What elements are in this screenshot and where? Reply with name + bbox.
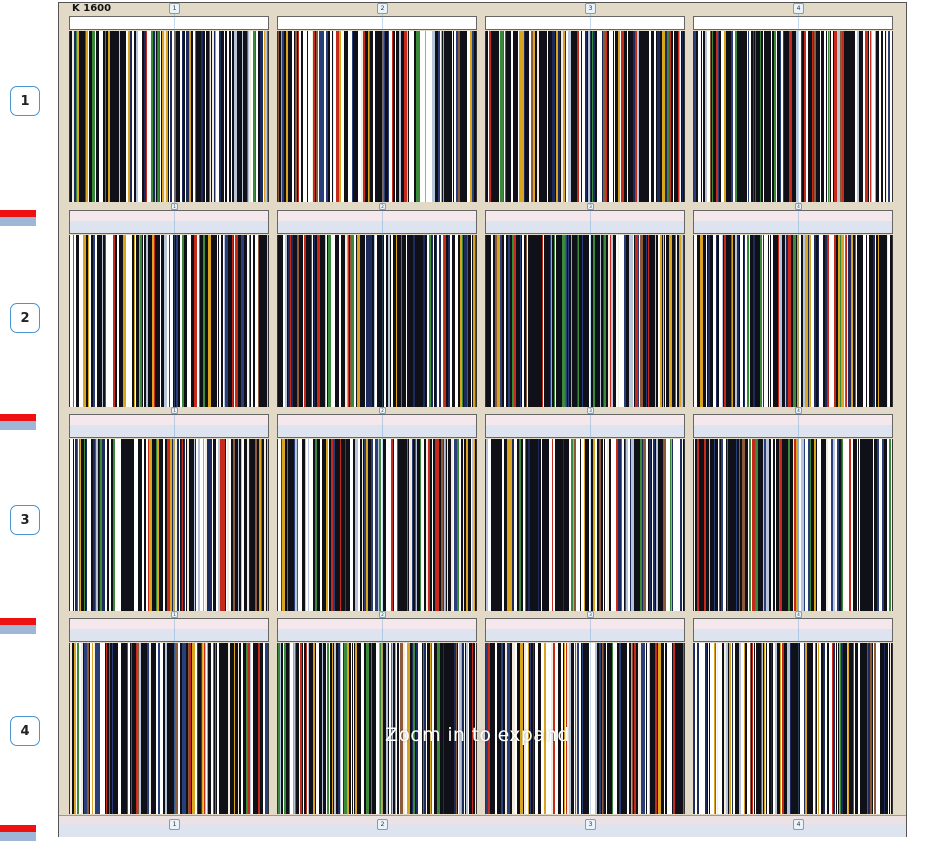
- grid-cell[interactable]: [693, 414, 893, 611]
- cell-header: [69, 210, 269, 234]
- column-badge-2[interactable]: 2: [377, 819, 388, 830]
- column-badge-1[interactable]: 1: [171, 203, 178, 210]
- cell-bars: [69, 439, 269, 611]
- cell-bars: [69, 235, 269, 407]
- cell-header: [485, 16, 685, 30]
- column-guide-line: [382, 14, 383, 814]
- cell-header: [693, 210, 893, 234]
- column-badge-4[interactable]: 4: [795, 407, 802, 414]
- cell-bars: [277, 31, 477, 202]
- column-badge-1[interactable]: 1: [169, 3, 180, 14]
- cell-bars: [485, 643, 685, 814]
- cell-bars: [277, 643, 477, 814]
- grid-cell[interactable]: [69, 618, 269, 814]
- row-badge-1[interactable]: 1: [10, 86, 40, 116]
- cell-header: [277, 16, 477, 30]
- column-badge-2[interactable]: 2: [379, 203, 386, 210]
- column-badge-4[interactable]: 4: [795, 611, 802, 618]
- cell-header: [485, 414, 685, 438]
- row-separator: [0, 618, 36, 634]
- row-badge-3[interactable]: 3: [10, 505, 40, 535]
- column-badge-3[interactable]: 3: [585, 3, 596, 14]
- cell-header: [693, 16, 893, 30]
- grid-cell[interactable]: [277, 618, 477, 814]
- grid-cell[interactable]: [485, 414, 685, 611]
- grid-cell[interactable]: [693, 16, 893, 202]
- grid-cell[interactable]: [485, 16, 685, 202]
- cell-bars: [485, 31, 685, 202]
- grid-cell[interactable]: [69, 16, 269, 202]
- cell-bars: [693, 439, 893, 611]
- cell-bars: [693, 235, 893, 407]
- cell-bars: [485, 235, 685, 407]
- row-separator: [0, 825, 36, 841]
- grid-cell[interactable]: [277, 210, 477, 407]
- column-badge-1[interactable]: 1: [171, 407, 178, 414]
- footer-strip: [59, 815, 906, 837]
- cell-header: [485, 618, 685, 642]
- grid-cell[interactable]: [277, 16, 477, 202]
- cell-header: [277, 210, 477, 234]
- cell-header: [277, 618, 477, 642]
- cell-bars: [69, 643, 269, 814]
- column-badge-2[interactable]: 2: [379, 611, 386, 618]
- column-badge-2[interactable]: 2: [377, 3, 388, 14]
- cell-header: [69, 414, 269, 438]
- cell-header: [693, 414, 893, 438]
- row-separator: [0, 210, 36, 226]
- cell-bars: [485, 439, 685, 611]
- row-badge-4[interactable]: 4: [10, 716, 40, 746]
- column-badge-4[interactable]: 4: [793, 3, 804, 14]
- column-badge-1[interactable]: 1: [171, 611, 178, 618]
- column-guide-line: [798, 14, 799, 814]
- grid-cell[interactable]: [693, 210, 893, 407]
- column-guide-line: [590, 14, 591, 814]
- grid-cell[interactable]: [69, 210, 269, 407]
- cell-header: [69, 618, 269, 642]
- row-badge-2[interactable]: 2: [10, 303, 40, 333]
- cell-bars: [69, 31, 269, 202]
- cell-header: [69, 16, 269, 30]
- grid-cell[interactable]: [277, 414, 477, 611]
- column-badge-3[interactable]: 3: [587, 407, 594, 414]
- column-badge-3[interactable]: 3: [585, 819, 596, 830]
- cell-bars: [693, 643, 893, 814]
- grid-cell[interactable]: [693, 618, 893, 814]
- cell-bars: [693, 31, 893, 202]
- column-badge-3[interactable]: 3: [587, 203, 594, 210]
- grid-cell[interactable]: [485, 210, 685, 407]
- column-badge-1[interactable]: 1: [169, 819, 180, 830]
- grid-cell[interactable]: [69, 414, 269, 611]
- row-separator: [0, 414, 36, 430]
- cell-bars: [277, 439, 477, 611]
- cell-header: [485, 210, 685, 234]
- column-guide-line: [174, 14, 175, 814]
- cell-header: [693, 618, 893, 642]
- cell-header: [277, 414, 477, 438]
- column-badge-2[interactable]: 2: [379, 407, 386, 414]
- page-title: K 1600: [72, 3, 112, 14]
- column-badge-4[interactable]: 4: [793, 819, 804, 830]
- column-badge-4[interactable]: 4: [795, 203, 802, 210]
- grid-cell[interactable]: [485, 618, 685, 814]
- cell-bars: [277, 235, 477, 407]
- column-badge-3[interactable]: 3: [587, 611, 594, 618]
